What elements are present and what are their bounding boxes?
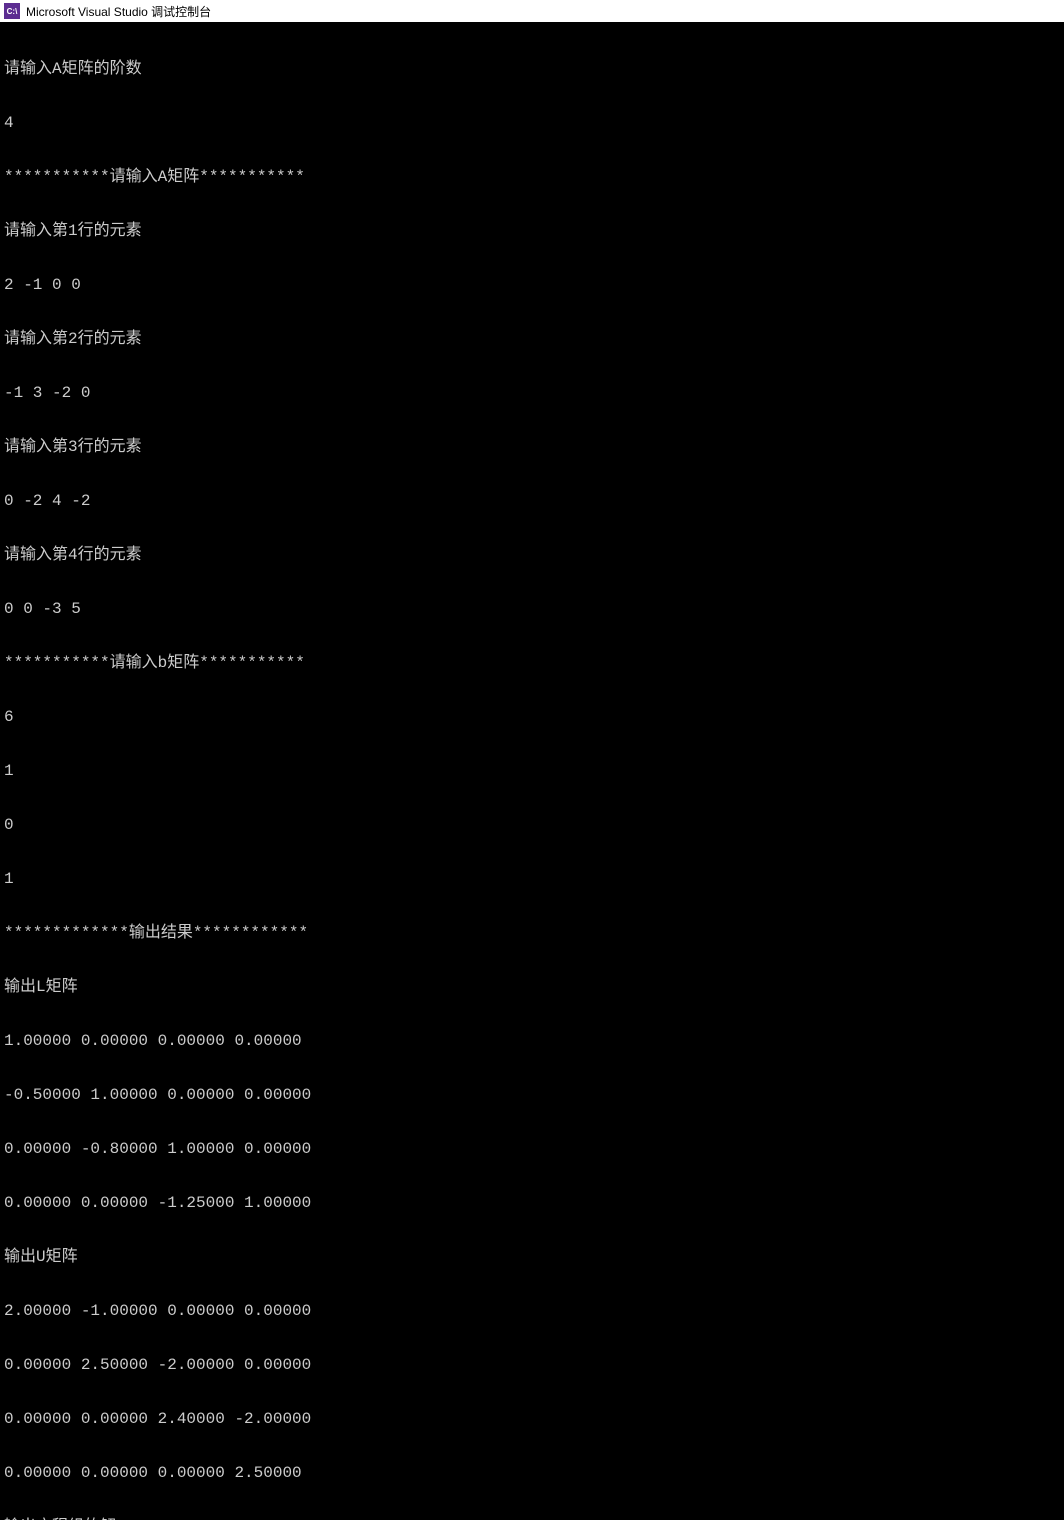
console-line: 2.00000 -1.00000 0.00000 0.00000 [4,1302,1060,1320]
console-line: ***********请输入A矩阵*********** [4,168,1060,186]
console-line: 0.00000 -0.80000 1.00000 0.00000 [4,1140,1060,1158]
console-line: ***********请输入b矩阵*********** [4,654,1060,672]
console-line: 输出L矩阵 [4,978,1060,996]
console-line: 请输入第1行的元素 [4,222,1060,240]
console-line: *************输出结果************ [4,924,1060,942]
console-line: 0 [4,816,1060,834]
console-line: 0.00000 0.00000 0.00000 2.50000 [4,1464,1060,1482]
console-line: 请输入第4行的元素 [4,546,1060,564]
console-line: 输出方程组的解x [4,1518,1060,1520]
console-output[interactable]: 请输入A矩阵的阶数 4 ***********请输入A矩阵***********… [0,22,1064,1520]
console-line: 4 [4,114,1060,132]
console-line: 0 0 -3 5 [4,600,1060,618]
console-line: 0.00000 0.00000 2.40000 -2.00000 [4,1410,1060,1428]
console-line: 请输入A矩阵的阶数 [4,60,1060,78]
console-line: 1 [4,762,1060,780]
console-line: 请输入第2行的元素 [4,330,1060,348]
console-line: -1 3 -2 0 [4,384,1060,402]
console-line: 0.00000 0.00000 -1.25000 1.00000 [4,1194,1060,1212]
console-line: 6 [4,708,1060,726]
console-line: 1 [4,870,1060,888]
console-line: 1.00000 0.00000 0.00000 0.00000 [4,1032,1060,1050]
console-line: 0.00000 2.50000 -2.00000 0.00000 [4,1356,1060,1374]
window-title: Microsoft Visual Studio 调试控制台 [26,3,211,20]
console-line: 2 -1 0 0 [4,276,1060,294]
app-icon: C:\ [4,3,20,19]
console-line: 0 -2 4 -2 [4,492,1060,510]
console-line: 输出U矩阵 [4,1248,1060,1266]
console-line: 请输入第3行的元素 [4,438,1060,456]
console-line: -0.50000 1.00000 0.00000 0.00000 [4,1086,1060,1104]
window-title-bar[interactable]: C:\ Microsoft Visual Studio 调试控制台 [0,0,1064,22]
